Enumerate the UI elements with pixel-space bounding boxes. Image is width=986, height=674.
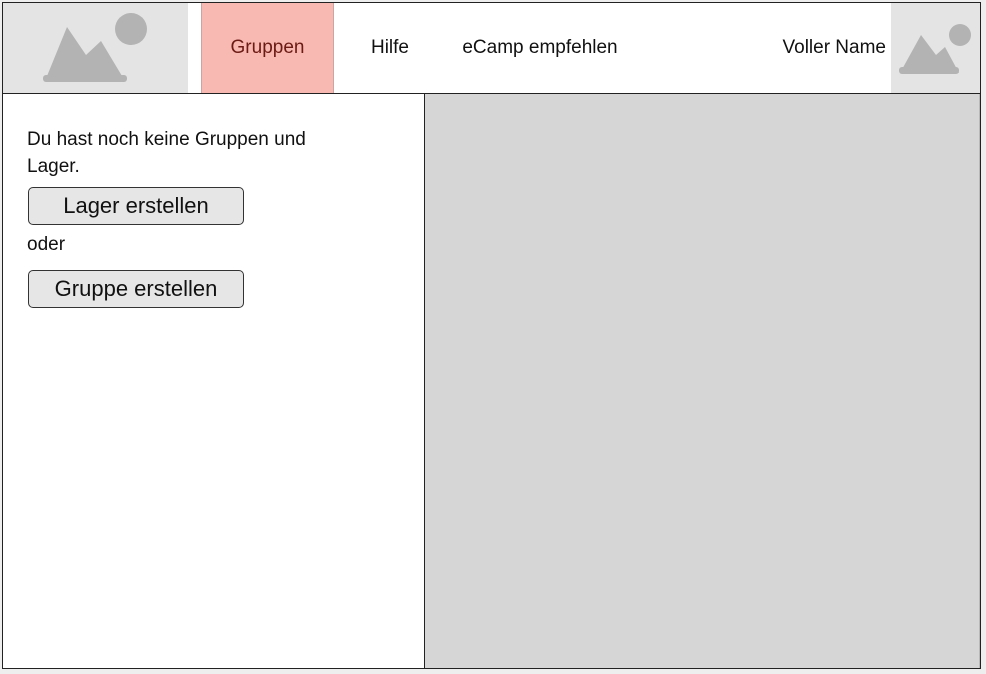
top-navigation-bar: Gruppen Hilfe eCamp empfehlen Voller Nam… — [3, 3, 980, 94]
or-separator: oder — [27, 234, 66, 255]
nav-tab-label: Hilfe — [370, 37, 409, 58]
empty-state-message: Du hast noch keine Gruppen und Lager. — [27, 129, 306, 177]
nav-tab-gruppen[interactable]: Gruppen — [201, 3, 334, 93]
app-window: Gruppen Hilfe eCamp empfehlen Voller Nam… — [2, 2, 981, 669]
sidebar: Du hast noch keine Gruppen und Lager. La… — [3, 94, 425, 668]
user-name-label: Voller Name — [782, 37, 887, 58]
image-placeholder-icon — [43, 13, 147, 82]
logo[interactable] — [3, 3, 188, 93]
create-camp-button[interactable]: Lager erstellen — [28, 187, 244, 225]
user-name[interactable]: Voller Name — [751, 3, 887, 93]
nav-tab-label: eCamp empfehlen — [462, 37, 618, 58]
nav-tab-ecamp-empfehlen[interactable]: eCamp empfehlen — [449, 3, 631, 93]
nav-tab-hilfe[interactable]: Hilfe — [359, 3, 421, 93]
main-content-area — [425, 94, 980, 668]
avatar[interactable] — [891, 3, 980, 93]
nav-tab-label: Gruppen — [230, 37, 305, 58]
image-placeholder-icon — [899, 24, 971, 74]
create-group-button[interactable]: Gruppe erstellen — [28, 270, 244, 308]
